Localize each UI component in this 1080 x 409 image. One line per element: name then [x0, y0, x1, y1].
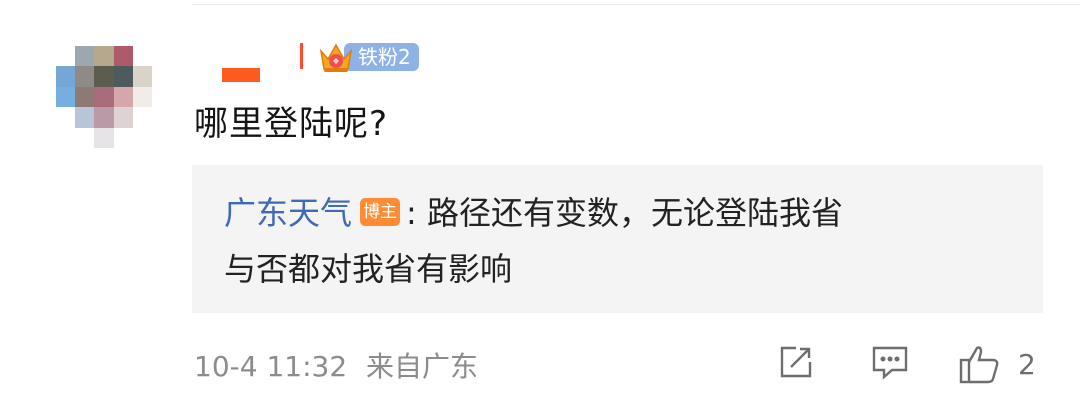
author-tag: 博主 [360, 198, 401, 226]
repost-icon [780, 346, 812, 378]
reply-line-1: 广东天气 博主: 路径还有变数，无论登陆我省 [224, 193, 843, 233]
comment-text: 哪里登陆呢? [194, 104, 389, 144]
fan-badge[interactable]: 铁粉2 [316, 39, 419, 75]
reply-author[interactable]: 广东天气 [224, 194, 352, 232]
crown-icon [319, 43, 353, 72]
avatar[interactable] [56, 46, 152, 148]
comment-meta: 10-4 11:32 来自广东 [194, 345, 478, 385]
comment-button[interactable] [870, 342, 910, 382]
top-divider [192, 4, 1080, 5]
reply-text-2: 与否都对我省有影响 [224, 250, 513, 288]
reply-box[interactable]: 广东天气 博主: 路径还有变数，无论登陆我省 与否都对我省有影响 [192, 165, 1043, 313]
reply-text-1: : 路径还有变数，无论登陆我省 [406, 194, 843, 232]
like-count: 2 [1018, 347, 1036, 381]
repost-button[interactable] [776, 342, 816, 382]
comment-icon [872, 346, 908, 380]
username-divider [300, 43, 303, 69]
username-redacted[interactable] [222, 68, 260, 82]
like-icon [959, 346, 999, 384]
like-button[interactable]: 2 [958, 342, 1036, 386]
timestamp: 10-4 11:32 [194, 350, 348, 383]
source: 来自广东 [366, 350, 479, 383]
